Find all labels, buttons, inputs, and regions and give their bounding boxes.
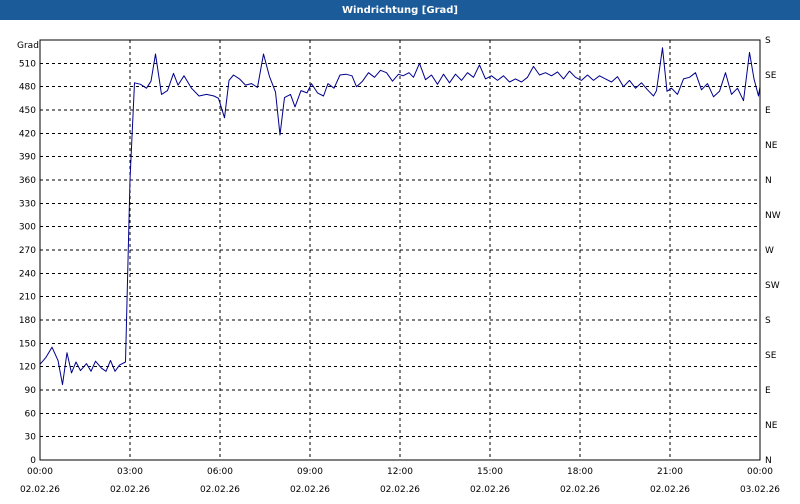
x-tick-time: 21:00	[657, 467, 683, 477]
right-axis-compass-ticks: S SE E NE N NW W SW S SE E NE N	[765, 36, 781, 466]
compass-tick-label: SW	[765, 281, 780, 291]
x-tick-time: 15:00	[477, 467, 503, 477]
compass-tick-label: N	[765, 456, 772, 466]
wind-direction-chart: Grad 0 30 60 90 120 150 180 210 240 270 300 330 360 3…	[17, 36, 781, 495]
x-tick-date: 02.02.26	[20, 485, 60, 495]
x-tick-time: 09:00	[297, 467, 323, 477]
chart-title: Windrichtung [Grad]	[342, 4, 458, 16]
compass-tick-label: E	[765, 106, 771, 116]
y-tick-label: 150	[19, 339, 36, 349]
y-tick-label: 330	[19, 199, 36, 209]
x-tick-time: 00:00	[27, 467, 53, 477]
x-tick-time: 06:00	[207, 467, 233, 477]
y-tick-label: 270	[19, 246, 36, 256]
y-tick-label: 240	[19, 269, 36, 279]
compass-tick-label: NE	[765, 141, 778, 151]
y-tick-label: 90	[25, 386, 37, 396]
y-tick-label: 120	[19, 363, 36, 373]
x-tick-date: 02.02.26	[560, 485, 600, 495]
compass-tick-label: E	[765, 386, 771, 396]
y-tick-label: 0	[30, 456, 36, 466]
y-tick-label: 360	[19, 176, 36, 186]
x-tick-time: 00:00	[747, 467, 773, 477]
x-tick-time: 03:00	[117, 467, 143, 477]
compass-tick-label: SE	[765, 71, 777, 81]
x-tick-time: 18:00	[567, 467, 593, 477]
y-tick-label: 210	[19, 293, 36, 303]
chart-title-bar: Windrichtung [Grad]	[0, 0, 800, 20]
grid-lines	[40, 40, 760, 460]
y-tick-label: 390	[19, 153, 36, 163]
chart-area: Grad 0 30 60 90 120 150 180 210 240 270 300 330 360 3…	[0, 20, 800, 500]
y-tick-label: 510	[19, 59, 36, 69]
x-tick-date: 02.02.26	[290, 485, 330, 495]
x-tick-date: 03.02.26	[740, 485, 780, 495]
x-tick-date: 02.02.26	[650, 485, 690, 495]
y-tick-label: 30	[25, 433, 37, 443]
x-tick-time: 12:00	[387, 467, 413, 477]
x-tick-date: 02.02.26	[200, 485, 240, 495]
compass-tick-label: S	[765, 36, 771, 46]
compass-tick-label: N	[765, 176, 772, 186]
x-axis-ticks: 00:00 02.02.26 03:00 02.02.26 06:00 02.02.26 0…	[20, 467, 780, 495]
compass-tick-label: NW	[765, 211, 781, 221]
compass-tick-label: NE	[765, 421, 778, 431]
y-tick-label: 480	[19, 83, 36, 93]
y-axis-ticks: 0 30 60 90 120 150 180 210 240 270 300 330 360 390 420…	[19, 59, 36, 466]
y-tick-label: 60	[25, 409, 37, 419]
x-tick-date: 02.02.26	[380, 485, 420, 495]
y-tick-label: 180	[19, 316, 36, 326]
y-axis-unit-label: Grad	[17, 41, 39, 51]
y-tick-label: 420	[19, 129, 36, 139]
x-tick-date: 02.02.26	[470, 485, 510, 495]
x-tick-date: 02.02.26	[110, 485, 150, 495]
y-tick-label: 450	[19, 106, 36, 116]
compass-tick-label: SE	[765, 351, 777, 361]
compass-tick-label: S	[765, 316, 771, 326]
y-tick-label: 300	[19, 223, 36, 233]
compass-tick-label: W	[765, 246, 774, 256]
